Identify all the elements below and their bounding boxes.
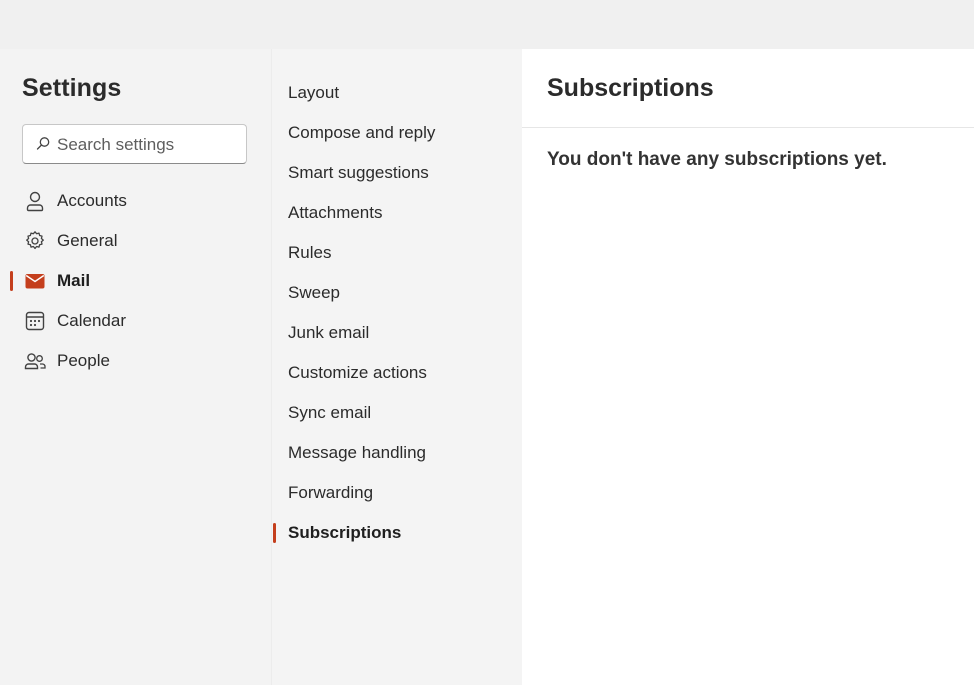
page-title: Subscriptions xyxy=(547,74,714,102)
search-box[interactable] xyxy=(22,124,247,164)
calendar-icon xyxy=(23,309,47,333)
nav-item-calendar[interactable]: Calendar xyxy=(0,301,271,341)
section-rules[interactable]: Rules xyxy=(272,233,523,273)
nav-item-people[interactable]: People xyxy=(0,341,271,381)
empty-state-message: You don't have any subscriptions yet. xyxy=(547,149,887,170)
section-compose-and-reply[interactable]: Compose and reply xyxy=(272,113,523,153)
nav-item-label: Calendar xyxy=(57,311,126,330)
section-subscriptions[interactable]: Subscriptions xyxy=(272,513,523,553)
section-sweep[interactable]: Sweep xyxy=(272,273,523,313)
section-attachments[interactable]: Attachments xyxy=(272,193,523,233)
section-forwarding[interactable]: Forwarding xyxy=(272,473,523,513)
content-pane: Subscriptions You don't have any subscri… xyxy=(522,49,974,685)
nav-item-general[interactable]: General xyxy=(0,221,271,261)
settings-nav-pane: Settings Accounts General Mail xyxy=(0,49,271,685)
person-icon xyxy=(23,189,47,213)
section-junk-email[interactable]: Junk email xyxy=(272,313,523,353)
nav-item-label: Accounts xyxy=(57,191,127,210)
section-sync-email[interactable]: Sync email xyxy=(272,393,523,433)
search-icon xyxy=(36,137,50,150)
search-input[interactable] xyxy=(57,134,237,156)
mail-sections-list: Layout Compose and reply Smart suggestio… xyxy=(272,73,523,553)
gear-icon xyxy=(23,229,47,253)
section-customize-actions[interactable]: Customize actions xyxy=(272,353,523,393)
mail-icon xyxy=(23,269,47,293)
section-message-handling[interactable]: Message handling xyxy=(272,433,523,473)
section-smart-suggestions[interactable]: Smart suggestions xyxy=(272,153,523,193)
nav-item-accounts[interactable]: Accounts xyxy=(0,181,271,221)
section-layout[interactable]: Layout xyxy=(272,73,523,113)
top-bar xyxy=(0,0,974,49)
nav-item-mail[interactable]: Mail xyxy=(0,261,271,301)
divider xyxy=(522,127,974,128)
nav-item-label: People xyxy=(57,351,110,370)
nav-item-label: General xyxy=(57,231,118,250)
settings-title: Settings xyxy=(22,74,122,102)
mail-settings-pane: Layout Compose and reply Smart suggestio… xyxy=(271,49,522,685)
nav-item-label: Mail xyxy=(57,271,91,290)
settings-nav: Accounts General Mail Calendar People xyxy=(0,181,271,381)
people-icon xyxy=(23,349,47,373)
